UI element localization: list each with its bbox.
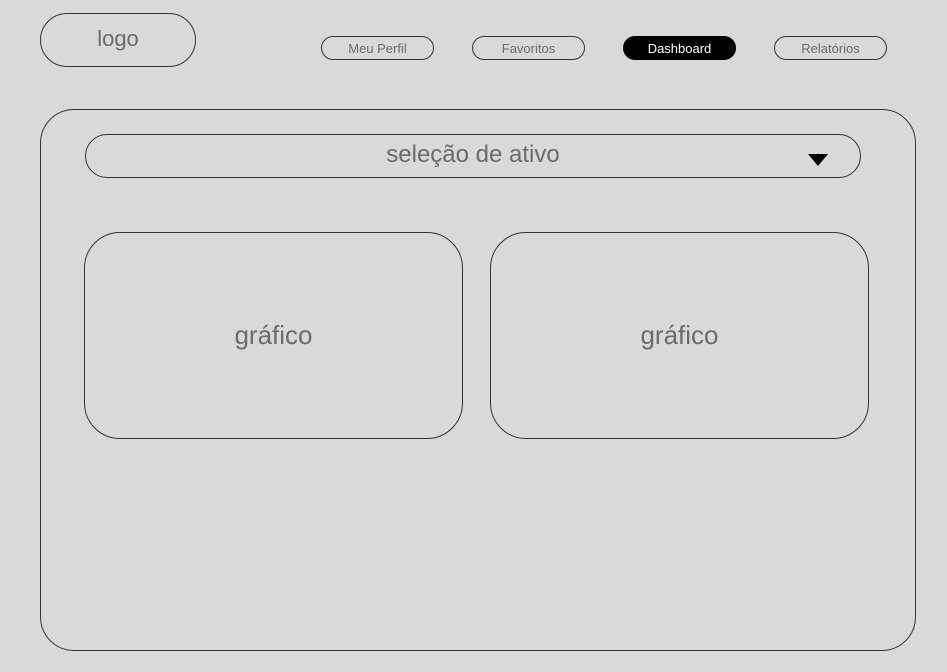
chart-placeholder-label: gráfico — [234, 320, 313, 350]
chart-placeholder-1: gráfico — [84, 232, 463, 439]
caret-down-icon[interactable] — [808, 154, 828, 166]
nav-dashboard-button[interactable]: Dashboard — [623, 36, 736, 60]
asset-select-dropdown[interactable]: seleção de ativo — [85, 134, 861, 178]
chart-placeholder-2: gráfico — [490, 232, 869, 439]
chart-placeholder-label: gráfico — [640, 320, 719, 350]
nav-favoritos-button[interactable]: Favoritos — [472, 36, 585, 60]
nav-meu-perfil-button[interactable]: Meu Perfil — [321, 36, 434, 60]
asset-select-label: seleção de ativo — [386, 140, 560, 168]
nav-relatorios-button[interactable]: Relatórios — [774, 36, 887, 60]
logo[interactable]: logo — [40, 13, 196, 67]
